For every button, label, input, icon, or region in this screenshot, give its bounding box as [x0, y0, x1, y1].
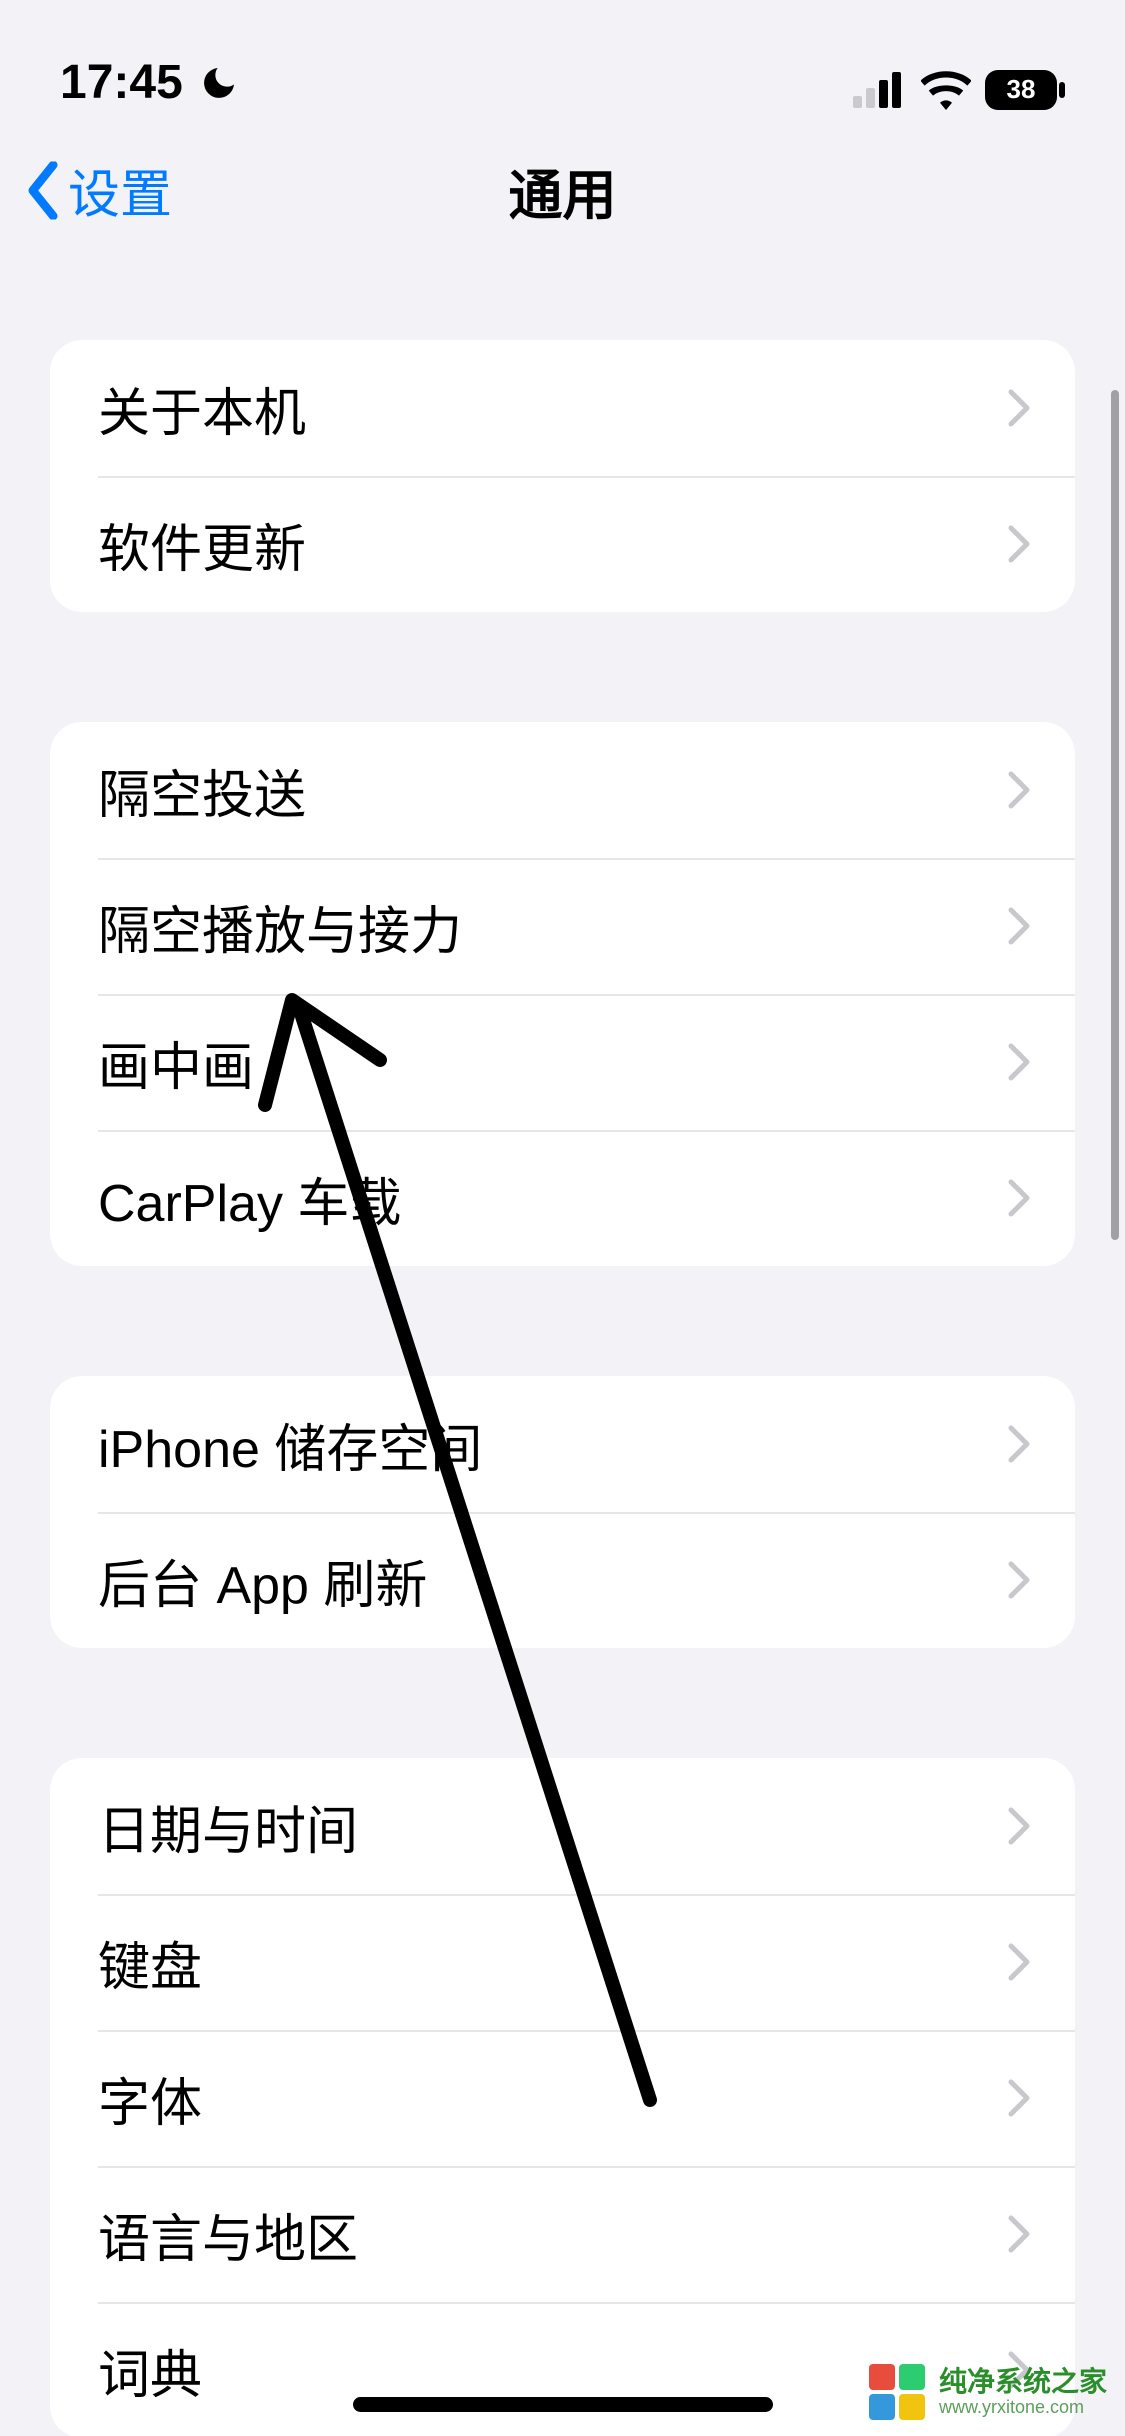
row-about[interactable]: 关于本机 [50, 340, 1075, 476]
row-label: iPhone 储存空间 [98, 1407, 482, 1482]
settings-group: 日期与时间 键盘 字体 语言与地区 词典 [50, 1758, 1075, 2436]
row-keyboard[interactable]: 键盘 [50, 1894, 1075, 2030]
settings-group: 隔空投送 隔空播放与接力 画中画 CarPlay 车载 [50, 722, 1075, 1266]
row-label: 软件更新 [98, 507, 306, 582]
chevron-left-icon [24, 161, 62, 219]
row-background-app-refresh[interactable]: 后台 App 刷新 [50, 1512, 1075, 1648]
row-iphone-storage[interactable]: iPhone 储存空间 [50, 1376, 1075, 1512]
row-label: 字体 [98, 2061, 202, 2136]
watermark: 纯净系统之家 www.yrxitone.com [867, 2362, 1107, 2422]
row-label: 关于本机 [98, 371, 306, 446]
row-label: CarPlay 车载 [98, 1161, 401, 1236]
chevron-right-icon [1007, 388, 1031, 428]
content: 关于本机 软件更新 隔空投送 隔空播放与接力 画中画 CarPlay 车载 iP… [0, 260, 1125, 2436]
watermark-url: www.yrxitone.com [939, 2398, 1107, 2418]
chevron-right-icon [1007, 2214, 1031, 2254]
chevron-right-icon [1007, 906, 1031, 946]
chevron-right-icon [1007, 1178, 1031, 1218]
back-label: 设置 [68, 153, 172, 228]
row-label: 键盘 [98, 1925, 202, 2000]
row-label: 隔空播放与接力 [98, 889, 462, 964]
svg-text:38: 38 [1007, 74, 1036, 104]
chevron-right-icon [1007, 1424, 1031, 1464]
row-label: 词典 [98, 2333, 202, 2408]
row-label: 语言与地区 [98, 2197, 358, 2272]
row-label: 后台 App 刷新 [98, 1543, 427, 1618]
nav-bar: 设置 通用 [0, 120, 1125, 260]
row-picture-in-picture[interactable]: 画中画 [50, 994, 1075, 1130]
chevron-right-icon [1007, 524, 1031, 564]
watermark-text: 纯净系统之家 www.yrxitone.com [939, 2367, 1107, 2418]
scroll-indicator[interactable] [1111, 390, 1119, 1240]
row-airplay-handoff[interactable]: 隔空播放与接力 [50, 858, 1075, 994]
chevron-right-icon [1007, 770, 1031, 810]
row-airdrop[interactable]: 隔空投送 [50, 722, 1075, 858]
watermark-name: 纯净系统之家 [939, 2367, 1107, 2398]
status-right: 38 [853, 70, 1065, 110]
wifi-icon [921, 70, 971, 110]
settings-group: iPhone 储存空间 后台 App 刷新 [50, 1376, 1075, 1648]
home-indicator[interactable] [353, 2397, 773, 2412]
status-left: 17:45 [60, 55, 239, 110]
status-bar: 17:45 38 [0, 0, 1125, 120]
watermark-logo-icon [867, 2362, 927, 2422]
back-button[interactable]: 设置 [24, 153, 172, 228]
row-label: 日期与时间 [98, 1789, 358, 1864]
page-title: 通用 [509, 151, 617, 230]
status-time: 17:45 [60, 55, 183, 110]
row-language-region[interactable]: 语言与地区 [50, 2166, 1075, 2302]
chevron-right-icon [1007, 1042, 1031, 1082]
row-date-time[interactable]: 日期与时间 [50, 1758, 1075, 1894]
chevron-right-icon [1007, 2078, 1031, 2118]
settings-group: 关于本机 软件更新 [50, 340, 1075, 612]
row-label: 隔空投送 [98, 753, 306, 828]
row-fonts[interactable]: 字体 [50, 2030, 1075, 2166]
row-carplay[interactable]: CarPlay 车载 [50, 1130, 1075, 1266]
row-label: 画中画 [98, 1025, 254, 1100]
row-software-update[interactable]: 软件更新 [50, 476, 1075, 612]
battery-icon: 38 [985, 70, 1065, 110]
chevron-right-icon [1007, 1806, 1031, 1846]
cellular-signal-icon [853, 72, 907, 108]
chevron-right-icon [1007, 1942, 1031, 1982]
do-not-disturb-icon [199, 63, 239, 103]
chevron-right-icon [1007, 1560, 1031, 1600]
